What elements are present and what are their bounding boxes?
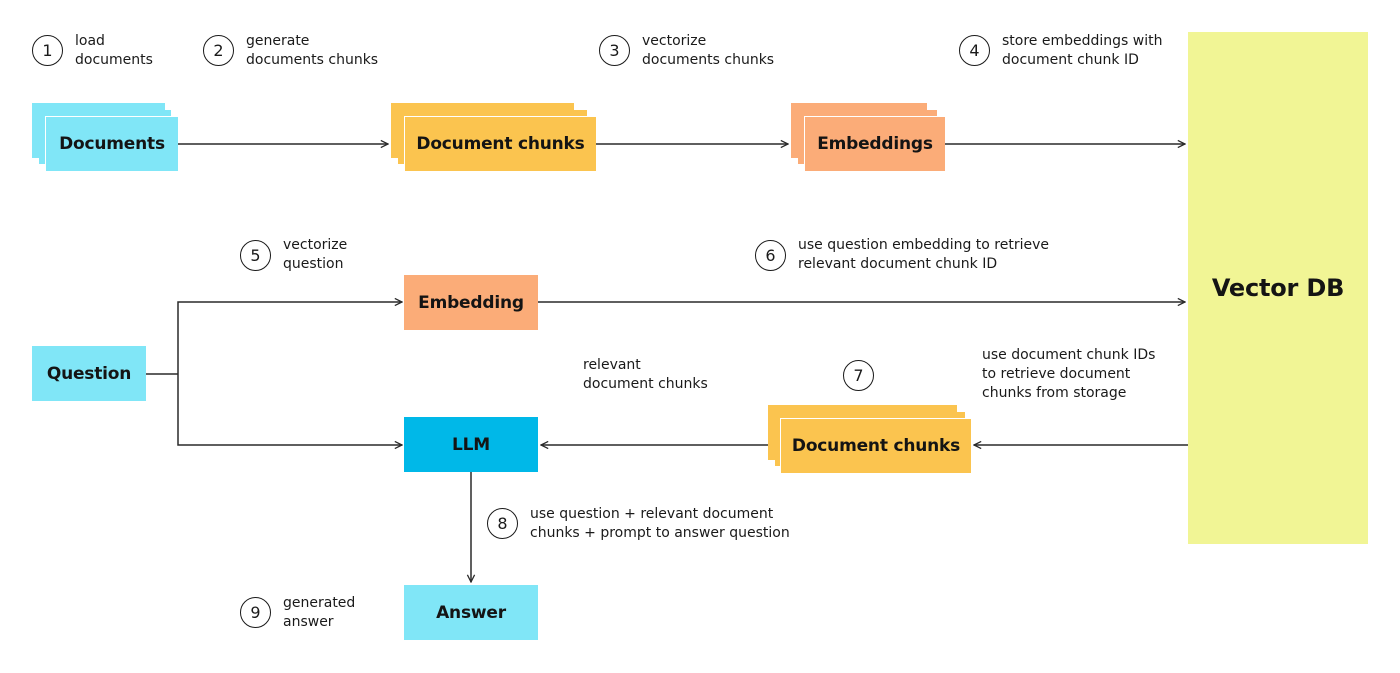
step-number: 5 (250, 246, 261, 265)
step-number: 3 (609, 41, 620, 60)
step-4-label: store embeddings with document chunk ID (1002, 33, 1163, 68)
step-4-badge: 4 (959, 35, 990, 66)
step-number: 2 (213, 41, 224, 60)
step-3-label: vectorize documents chunks (642, 33, 775, 68)
step-5-badge: 5 (240, 240, 271, 271)
step-8-label: use question + relevant document chunks … (530, 506, 790, 541)
step-3-badge: 3 (599, 35, 630, 66)
step-number: 8 (497, 514, 508, 533)
embedding-label: Embedding (418, 292, 524, 313)
step-5-label: vectorize question (283, 237, 348, 272)
step-8-badge: 8 (487, 508, 518, 539)
vector-db-label: Vector DB (1211, 274, 1345, 302)
step-1-label: load documents (75, 33, 153, 68)
document-chunks-node-top[interactable]: Document chunks (404, 116, 596, 171)
vector-db-node[interactable]: Vector DB (1188, 32, 1368, 544)
answer-label: Answer (436, 602, 506, 623)
step-number: 1 (42, 41, 53, 60)
step-number: 4 (969, 41, 980, 60)
step-6-badge: 6 (755, 240, 786, 271)
embedding-node[interactable]: Embedding (404, 275, 538, 330)
document-chunks-label: Document chunks (791, 436, 961, 456)
step-number: 9 (250, 603, 261, 622)
edge-question-to-llm (177, 374, 402, 445)
question-node[interactable]: Question (32, 346, 146, 401)
step-number: 7 (853, 366, 864, 385)
step-9-badge: 9 (240, 597, 271, 628)
retrieve-storage-annotation: use document chunk IDs to retrieve docum… (982, 347, 1156, 401)
documents-node[interactable]: Documents (45, 116, 178, 171)
llm-node[interactable]: LLM (404, 417, 538, 472)
documents-label: Documents (59, 134, 165, 154)
step-2-badge: 2 (203, 35, 234, 66)
llm-label: LLM (452, 434, 490, 455)
embeddings-node[interactable]: Embeddings (804, 116, 945, 171)
embeddings-label: Embeddings (817, 134, 933, 154)
edge-question-to-embedding (177, 302, 402, 374)
document-chunks-label: Document chunks (416, 134, 585, 154)
step-9-label: generated answer (283, 595, 356, 630)
step-6-label: use question embedding to retrieve relev… (798, 237, 1050, 272)
relevant-chunks-annotation: relevant document chunks (583, 357, 708, 392)
document-chunks-node-bottom[interactable]: Document chunks (780, 418, 971, 473)
answer-node[interactable]: Answer (404, 585, 538, 640)
step-number: 6 (765, 246, 776, 265)
step-2-label: generate documents chunks (246, 33, 379, 68)
step-7-badge: 7 (843, 360, 874, 391)
question-label: Question (46, 363, 132, 384)
step-1-badge: 1 (32, 35, 63, 66)
